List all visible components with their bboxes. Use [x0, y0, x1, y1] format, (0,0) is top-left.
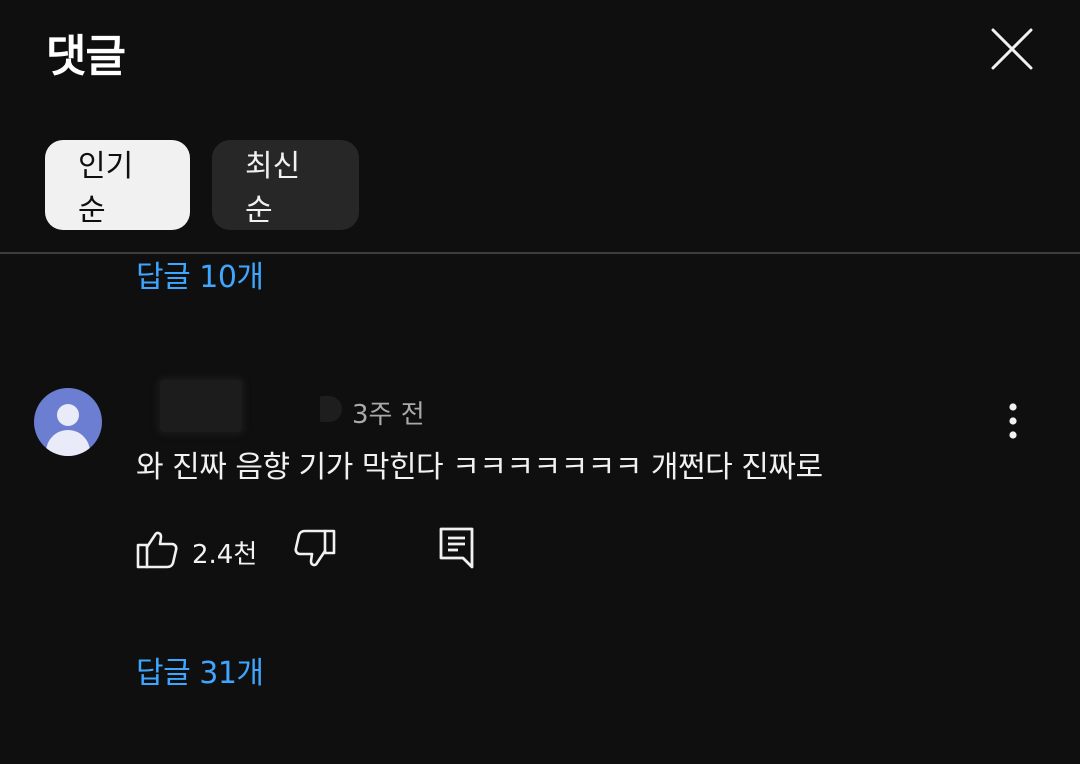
thumbs-up-icon[interactable]	[134, 526, 180, 572]
sort-chips: 인기순 최신순	[45, 140, 359, 230]
avatar-head	[57, 404, 79, 426]
avatar[interactable]	[34, 388, 102, 456]
like-count: 2.4천	[192, 540, 258, 570]
redacted-author-name	[160, 380, 242, 432]
thumbs-down-icon[interactable]	[292, 526, 338, 572]
comment-text: 와 진짜 음향 기가 막힌다 ㅋㅋㅋㅋㅋㅋㅋ 개쩐다 진짜로	[136, 450, 823, 485]
comment-replies-link[interactable]: 답글 31개	[136, 648, 264, 692]
sort-chip-newest[interactable]: 최신순	[212, 140, 359, 230]
sort-chip-popular[interactable]: 인기순	[45, 140, 190, 230]
close-icon[interactable]	[984, 22, 1040, 78]
previous-replies-link[interactable]: 답글 10개	[136, 252, 264, 296]
more-vertical-icon[interactable]	[996, 400, 1030, 444]
comment-reply-icon[interactable]	[434, 524, 480, 572]
avatar-body	[46, 430, 90, 456]
comment-timestamp: 3주 전	[352, 400, 425, 430]
panel-title: 댓글	[46, 31, 126, 82]
redacted-author-badge	[320, 396, 342, 422]
